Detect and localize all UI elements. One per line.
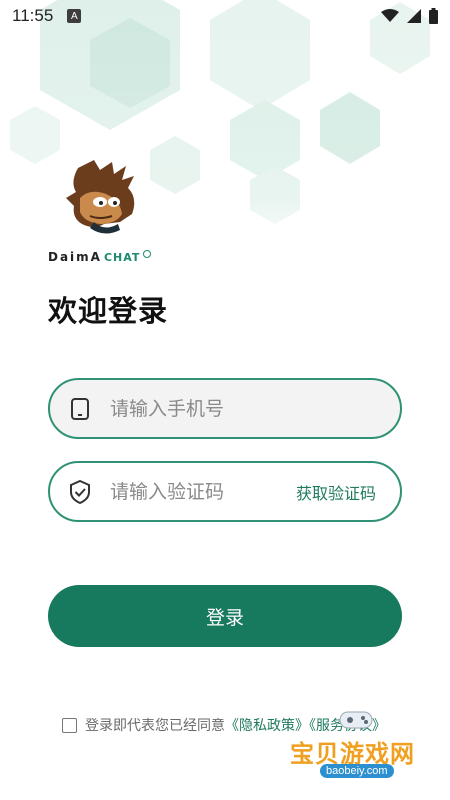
phone-icon [68, 397, 92, 421]
agreement-checkbox[interactable] [62, 718, 77, 733]
status-indicators [381, 8, 438, 24]
wifi-icon [381, 9, 399, 22]
signal-icon [407, 9, 421, 23]
agreement-text: 登录即代表您已经同意《隐私政策》《服务协议》 [62, 714, 402, 738]
chat-bubble-icon [143, 250, 152, 258]
agreement-row: 登录即代表您已经同意《隐私政策》《服务协议》 [62, 714, 402, 738]
agreement-connector: 《 [309, 718, 316, 734]
brand-name-secondary: CHAT [103, 250, 141, 264]
verification-code-field[interactable]: 获取验证码 [48, 461, 402, 522]
status-bar: 11:55 A [0, 0, 450, 32]
watermark-text: 宝贝游戏网 [290, 740, 415, 768]
shield-check-icon [68, 479, 92, 504]
page-title: 欢迎登录 [48, 294, 169, 328]
notification-icon: A [67, 9, 82, 23]
service-agreement-link[interactable]: 服务协议》 [316, 718, 386, 734]
brand-name-primary: DaimA [48, 250, 102, 264]
horse-mascot-logo [66, 160, 135, 234]
phone-input[interactable] [110, 397, 280, 420]
agreement-prefix: 登录即代表您已经同意 [85, 718, 225, 734]
brand-wordmark: DaimA CHAT [48, 250, 152, 264]
status-time: 11:55 [12, 6, 54, 25]
login-button[interactable]: 登录 [48, 585, 402, 647]
battery-icon [429, 8, 438, 24]
verification-code-input[interactable] [110, 480, 280, 503]
privacy-policy-link[interactable]: 《隐私政策》 [225, 718, 309, 734]
phone-field[interactable] [48, 378, 402, 439]
watermark-url: baobeiy.com [320, 764, 394, 778]
get-code-button[interactable]: 获取验证码 [296, 480, 376, 504]
